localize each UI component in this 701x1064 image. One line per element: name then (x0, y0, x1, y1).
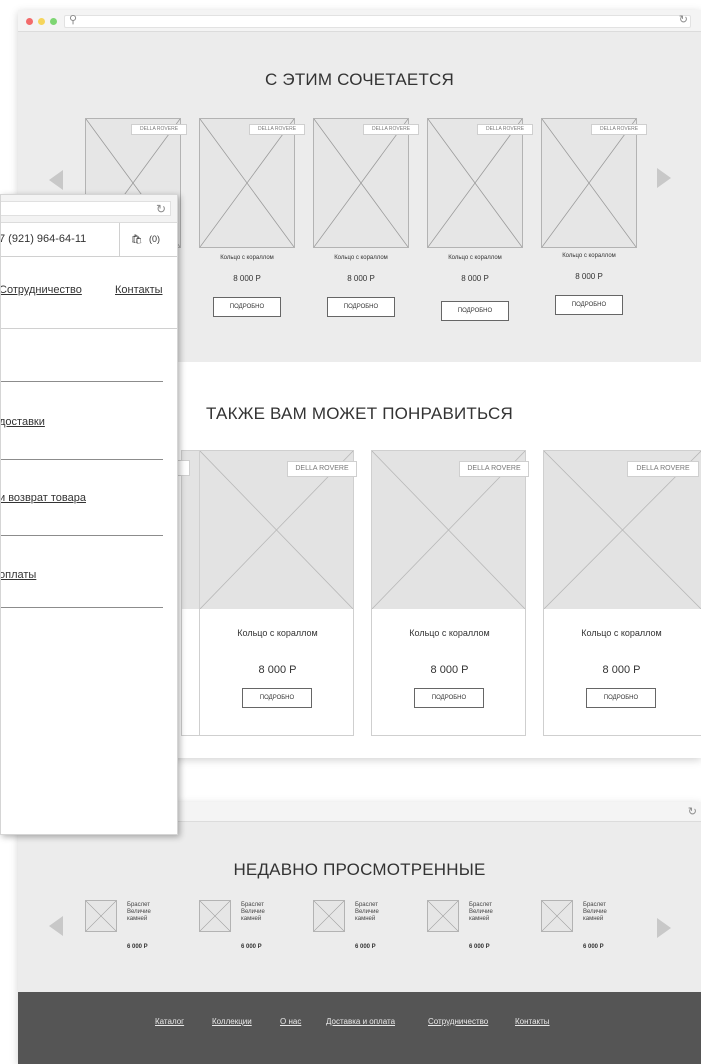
nav-link-cooperation[interactable]: Сотрудничество (1, 284, 82, 296)
brand-label: DELLA ROVERE (459, 461, 529, 477)
product-price: 8 000 Р (575, 272, 603, 281)
recent-item-title: Браслет Величие камней (583, 902, 607, 922)
address-bar[interactable]: ↻ (1, 201, 171, 216)
refresh-icon[interactable]: ↻ (679, 13, 688, 26)
nav-link-contacts[interactable]: Контакты (115, 284, 163, 296)
product-price: 8 000 Р (461, 274, 489, 283)
footer-link-contacts[interactable]: Контакты (515, 1017, 550, 1026)
carousel-prev-icon[interactable] (49, 916, 63, 936)
product-card-large: DELLA ROVERE Кольцо с кораллом 8 000 Р П… (543, 450, 701, 736)
brand-label: DELLA ROVERE (131, 124, 187, 135)
product-price: 8 000 Р (258, 664, 297, 676)
carousel-next-icon[interactable] (657, 918, 671, 938)
product-image[interactable] (313, 118, 409, 248)
recent-item-price: 6 000 Р (469, 944, 490, 950)
main-nav: Сотрудничество Контакты (1, 257, 177, 329)
footer-link-delivery[interactable]: Доставка и оплата (326, 1017, 395, 1026)
product-name: Кольцо с кораллом (448, 255, 502, 261)
product-name: Кольцо с кораллом (409, 628, 490, 638)
recent-item-price: 6 000 Р (355, 944, 376, 950)
product-price: 8 000 Р (430, 664, 469, 676)
product-card-large (181, 450, 199, 736)
search-icon: ⚲ (69, 14, 78, 26)
details-button[interactable]: ПОДРОБНО (213, 297, 281, 317)
product-name: Кольцо с кораллом (581, 628, 662, 638)
bag-icon: 🛍 (131, 234, 143, 244)
brand-label: DELLA ROVERE (477, 124, 533, 135)
browser-chrome: ↻ (1, 195, 177, 223)
divider (1, 607, 163, 608)
product-image[interactable] (541, 118, 637, 248)
site-footer: Каталог Коллекции О нас Доставка и оплат… (18, 992, 701, 1064)
product-thumb[interactable] (313, 900, 345, 932)
product-name: Кольцо с кораллом (237, 628, 318, 638)
product-thumb[interactable] (199, 900, 231, 932)
product-price: 8 000 Р (347, 274, 375, 283)
link-delivery[interactable]: доставки (1, 416, 45, 428)
recent-item-price: 6 000 Р (241, 944, 262, 950)
recent-item-title: Браслет Величие камней (241, 902, 265, 922)
section-title-recent: НЕДАВНО ПРОСМОТРЕННЫЕ (233, 860, 486, 879)
product-price: 8 000 Р (233, 274, 261, 283)
product-card-large: DELLA ROVERE Кольцо с кораллом 8 000 Р П… (199, 450, 357, 736)
header-row: 7 (921) 964-64-11 🛍 (0) (1, 223, 177, 257)
recent-item-title: Браслет Величие камней (469, 902, 493, 922)
product-name: Кольцо с кораллом (220, 255, 274, 261)
footer-link-catalog[interactable]: Каталог (155, 1017, 184, 1026)
brand-label: DELLA ROVERE (591, 124, 647, 135)
details-button[interactable]: ПОДРОБНО (555, 295, 623, 315)
recent-item-price: 6 000 Р (583, 944, 604, 950)
overlay-window: ↻ 7 (921) 964-64-11 🛍 (0) Сотрудничество… (0, 194, 178, 835)
product-thumb[interactable] (427, 900, 459, 932)
recent-item-price: 6 000 Р (127, 944, 148, 950)
product-image[interactable] (427, 118, 523, 248)
link-payment[interactable]: оплаты (1, 569, 36, 581)
address-bar[interactable]: ⚲ ↻ (64, 13, 691, 28)
details-button[interactable]: ПОДРОБНО (327, 297, 395, 317)
link-returns[interactable]: и возврат товара (1, 492, 86, 504)
product-name: Кольцо с кораллом (334, 255, 388, 261)
product-name: Кольцо с кораллом (562, 253, 616, 259)
phone-number[interactable]: 7 (921) 964-64-11 (1, 233, 86, 245)
details-button[interactable]: ПОДРОБНО (414, 688, 484, 708)
details-button[interactable]: ПОДРОБНО (441, 301, 509, 321)
close-dot-icon[interactable] (26, 18, 33, 25)
section-title-matches: С ЭТИМ СОЧЕТАЕТСЯ (265, 70, 454, 89)
recent-item-title: Браслет Величие камней (127, 902, 151, 922)
footer-link-about[interactable]: О нас (280, 1017, 301, 1026)
brand-label: DELLA ROVERE (627, 461, 699, 477)
browser-window-recent: ↻ НЕДАВНО ПРОСМОТРЕННЫЕ Браслет Величие ка… (18, 802, 701, 1064)
product-thumb[interactable] (541, 900, 573, 932)
brand-label: DELLA ROVERE (287, 461, 357, 477)
footer-link-cooperation[interactable]: Сотрудничество (428, 1017, 488, 1026)
product-card-large: DELLA ROVERE Кольцо с кораллом 8 000 Р П… (371, 450, 529, 736)
details-button[interactable]: ПОДРОБНО (242, 688, 312, 708)
cart-button[interactable]: 🛍 (0) (119, 223, 177, 257)
zoom-dot-icon[interactable] (50, 18, 57, 25)
product-thumb[interactable] (85, 900, 117, 932)
cart-count: (0) (148, 234, 160, 244)
brand-label: DELLA ROVERE (363, 124, 419, 135)
carousel-prev-icon[interactable] (49, 170, 63, 190)
brand-label: DELLA ROVERE (249, 124, 305, 135)
divider (1, 381, 163, 382)
divider (1, 459, 163, 460)
footer-link-collections[interactable]: Коллекции (212, 1017, 252, 1026)
product-image[interactable] (199, 118, 295, 248)
browser-chrome: ⚲ ↻ (18, 10, 701, 32)
minimize-dot-icon[interactable] (38, 18, 45, 25)
refresh-icon[interactable]: ↻ (688, 805, 697, 818)
carousel-next-icon[interactable] (657, 168, 671, 188)
brand-label-partial (176, 460, 190, 476)
details-button[interactable]: ПОДРОБНО (586, 688, 656, 708)
product-price: 8 000 Р (602, 664, 641, 676)
recent-item-title: Браслет Величие камней (355, 902, 379, 922)
divider (1, 535, 163, 536)
refresh-icon[interactable]: ↻ (156, 202, 166, 216)
